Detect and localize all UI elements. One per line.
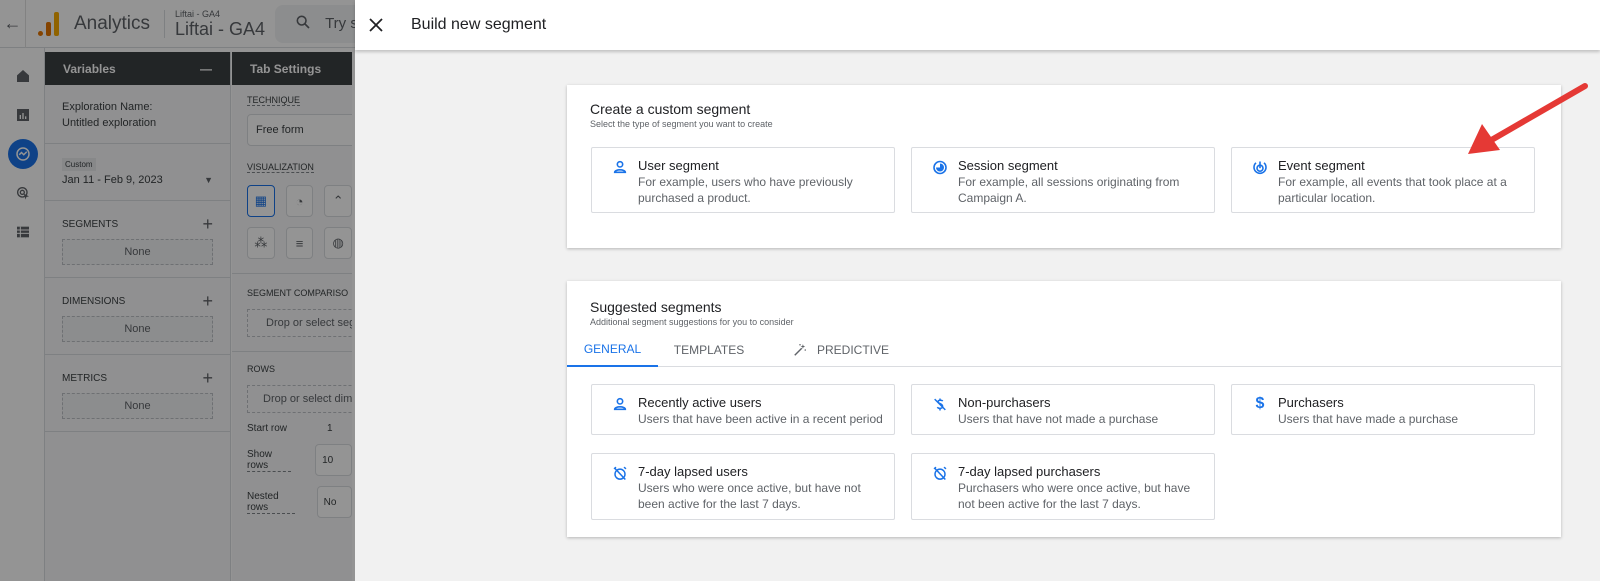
close-button[interactable] bbox=[361, 10, 391, 40]
suggested-segments-card: Suggested segments Additional segment su… bbox=[567, 281, 1561, 537]
option-desc: Users who were once active, but have not… bbox=[638, 481, 861, 511]
option-desc: For example, all sessions originating fr… bbox=[958, 175, 1180, 205]
custom-segment-title: Create a custom segment bbox=[590, 101, 751, 117]
suggested-tabs: GENERAL TEMPLATES PREDICTIVE bbox=[567, 333, 1561, 367]
alarm-off-icon bbox=[932, 465, 948, 481]
option-desc: Users that have made a purchase bbox=[1278, 412, 1459, 426]
7-day-lapsed-purchasers-option[interactable]: 7-day lapsed purchasers Purchasers who w… bbox=[911, 453, 1215, 520]
user-segment-option[interactable]: User segment For example, users who have… bbox=[591, 147, 895, 213]
tab-general[interactable]: GENERAL bbox=[567, 333, 658, 367]
option-desc: Purchasers who were once active, but hav… bbox=[958, 481, 1191, 511]
option-title: Event segment bbox=[1278, 158, 1365, 173]
suggested-segments-title: Suggested segments bbox=[590, 299, 722, 315]
event-segment-option[interactable]: Event segment For example, all events th… bbox=[1231, 147, 1535, 213]
event-icon bbox=[1252, 159, 1268, 175]
option-title: Non-purchasers bbox=[958, 395, 1051, 410]
dialog-header: Build new segment bbox=[355, 0, 1600, 50]
dollar-icon: $ bbox=[1255, 395, 1265, 412]
recently-active-users-option[interactable]: Recently active users Users that have be… bbox=[591, 384, 895, 435]
close-icon bbox=[369, 18, 383, 32]
session-icon bbox=[932, 159, 948, 175]
option-title: Recently active users bbox=[638, 395, 762, 410]
dialog-title: Build new segment bbox=[411, 16, 547, 33]
option-title: 7-day lapsed users bbox=[638, 464, 748, 479]
purchasers-option[interactable]: $ Purchasers Users that have made a purc… bbox=[1231, 384, 1535, 435]
option-desc: For example, users who have previously p… bbox=[638, 175, 853, 205]
tab-label: TEMPLATES bbox=[673, 343, 745, 357]
custom-segment-subtitle: Select the type of segment you want to c… bbox=[590, 119, 773, 129]
option-title: 7-day lapsed purchasers bbox=[958, 464, 1101, 479]
magic-wand-icon bbox=[794, 343, 806, 356]
user-icon bbox=[612, 159, 628, 175]
custom-segment-card: Create a custom segment Select the type … bbox=[567, 85, 1561, 248]
option-title: Purchasers bbox=[1278, 395, 1344, 410]
build-segment-dialog: Build new segment Create a custom segmen… bbox=[355, 0, 1600, 581]
tab-predictive[interactable]: PREDICTIVE bbox=[781, 333, 901, 367]
tab-templates[interactable]: TEMPLATES bbox=[658, 333, 760, 367]
tab-label: GENERAL bbox=[583, 342, 642, 356]
option-desc: Users that have not made a purchase bbox=[958, 412, 1159, 426]
option-title: Session segment bbox=[958, 158, 1058, 173]
suggested-segments-subtitle: Additional segment suggestions for you t… bbox=[590, 317, 794, 327]
no-dollar-icon bbox=[932, 396, 948, 412]
session-segment-option[interactable]: Session segment For example, all session… bbox=[911, 147, 1215, 213]
alarm-off-icon bbox=[612, 465, 628, 481]
7-day-lapsed-users-option[interactable]: 7-day lapsed users Users who were once a… bbox=[591, 453, 895, 520]
option-desc: For example, all events that took place … bbox=[1278, 175, 1507, 205]
modal-scrim[interactable] bbox=[0, 0, 355, 581]
option-title: User segment bbox=[638, 158, 719, 173]
user-icon bbox=[612, 396, 628, 412]
page-root: ← Analytics Liftai - GA4 Liftai - GA4 Tr… bbox=[0, 0, 1600, 581]
non-purchasers-option[interactable]: Non-purchasers Users that have not made … bbox=[911, 384, 1215, 435]
tab-label: PREDICTIVE bbox=[816, 343, 889, 357]
option-desc: Users that have been active in a recent … bbox=[638, 412, 883, 426]
